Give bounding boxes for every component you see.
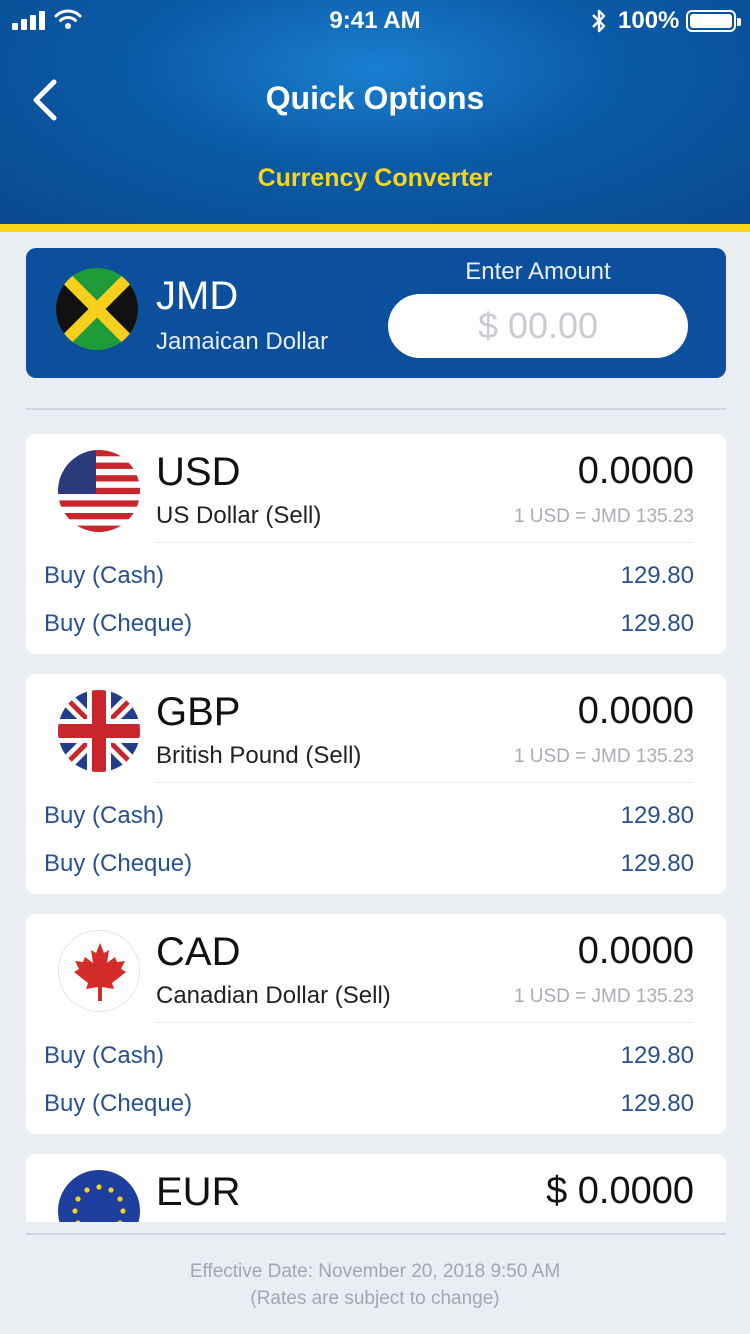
page-subtitle: Currency Converter: [257, 164, 493, 192]
currency-code: EUR: [156, 1170, 241, 1214]
buy-cheque-label: Buy (Cheque): [44, 1090, 193, 1117]
rates-disclaimer: (Rates are subject to change): [250, 1288, 500, 1309]
converted-value: 0.0000: [577, 450, 694, 492]
currency-card-gbp[interactable]: GBP British Pound (Sell) 0.0000 1 USD = …: [26, 674, 726, 894]
exchange-rate: 1 USD = JMD 135.23: [513, 506, 694, 527]
converted-value: $ 0.0000: [546, 1170, 694, 1212]
effective-date: Effective Date: November 20, 2018 9:50 A…: [189, 1261, 561, 1282]
currency-code: GBP: [156, 690, 241, 734]
card-divider: [156, 542, 694, 543]
currency-card-usd[interactable]: USD US Dollar (Sell) 0.0000 1 USD = JMD …: [26, 434, 726, 654]
section-divider: [26, 408, 726, 410]
canada-flag-icon: [58, 930, 140, 1012]
currency-code: USD: [156, 450, 241, 494]
card-divider: [156, 1022, 694, 1023]
buy-cheque-label: Buy (Cheque): [44, 610, 193, 637]
amount-input[interactable]: [388, 294, 688, 358]
currency-name: US Dollar (Sell): [156, 502, 322, 529]
jamaica-flag-icon: [56, 268, 138, 350]
currency-name: British Pound (Sell): [156, 742, 362, 769]
exchange-rate: 1 USD = JMD 135.23: [513, 986, 694, 1007]
buy-cheque-label: Buy (Cheque): [44, 850, 193, 877]
battery-icon: [686, 10, 741, 32]
converted-value: 0.0000: [577, 690, 694, 732]
buy-cheque-rate: 129.80: [620, 610, 694, 637]
source-currency-name: Jamaican Dollar: [156, 328, 329, 355]
footer-divider: [26, 1233, 726, 1235]
usa-flag-icon: [58, 450, 140, 532]
buy-cash-label: Buy (Cash): [44, 802, 165, 829]
battery-percent: 100%: [618, 7, 680, 34]
footer: Effective Date: November 20, 2018 9:50 A…: [0, 1258, 750, 1312]
currency-card-cad[interactable]: CAD Canadian Dollar (Sell) 0.0000 1 USD …: [26, 914, 726, 1134]
page-title: Quick Options: [265, 80, 485, 116]
currency-card-eur[interactable]: EUR $ 0.0000: [26, 1154, 726, 1222]
converted-value: 0.0000: [577, 930, 694, 972]
currency-code: CAD: [156, 930, 241, 974]
source-currency-card: JMD Jamaican Dollar Enter Amount: [26, 248, 726, 378]
buy-cheque-rate: 129.80: [620, 850, 694, 877]
buy-cash-rate: 129.80: [620, 1042, 694, 1069]
header: 9:41 AM 100% Quick Options Currency Conv…: [0, 0, 750, 224]
card-divider: [156, 782, 694, 783]
buy-cheque-rate: 129.80: [620, 1090, 694, 1117]
buy-cash-rate: 129.80: [620, 802, 694, 829]
status-bar: 9:41 AM 100%: [0, 0, 750, 40]
bluetooth-icon: [592, 9, 606, 33]
buy-cash-rate: 129.80: [620, 562, 694, 589]
eu-flag-icon: [58, 1170, 140, 1222]
enter-amount-label: Enter Amount: [465, 258, 611, 285]
uk-flag-icon: [58, 690, 140, 772]
header-accent-rule: [0, 224, 750, 232]
source-currency-code: JMD: [156, 274, 239, 318]
buy-cash-label: Buy (Cash): [44, 1042, 165, 1069]
currency-name: Canadian Dollar (Sell): [156, 982, 391, 1009]
exchange-rate: 1 USD = JMD 135.23: [513, 746, 694, 767]
buy-cash-label: Buy (Cash): [44, 562, 165, 589]
